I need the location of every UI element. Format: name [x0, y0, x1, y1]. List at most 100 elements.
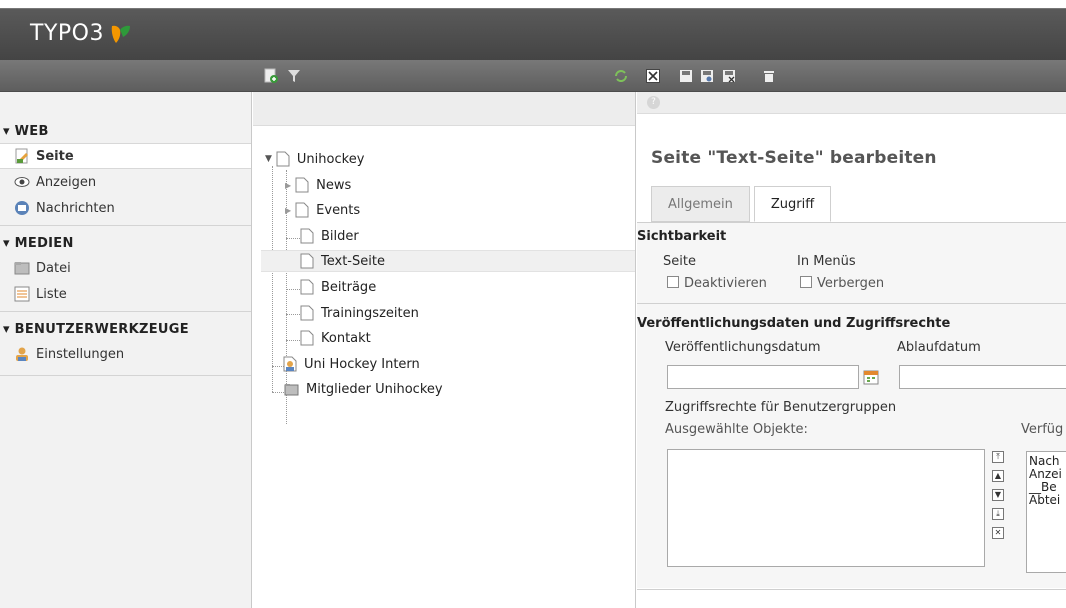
tree-node-bilder[interactable]: Bilder: [300, 225, 359, 247]
move-top-icon[interactable]: ⤒: [992, 451, 1004, 463]
page-icon: [300, 253, 314, 269]
module-group-title[interactable]: ▾ WEB: [0, 114, 251, 143]
tree-node-label: Events: [316, 202, 361, 218]
top-bar: TYPO3: [0, 8, 1066, 60]
module-item-label: Datei: [36, 260, 71, 276]
help-icon[interactable]: ?: [647, 96, 660, 109]
close-document-icon[interactable]: [644, 67, 662, 85]
label-ausgewaehlte-objekte: Ausgewählte Objekte:: [665, 422, 808, 437]
delete-icon[interactable]: [760, 67, 778, 85]
module-item-anzeigen[interactable]: Anzeigen: [0, 169, 251, 195]
tree-node-beitraege[interactable]: Beiträge: [300, 276, 376, 298]
checkbox-box[interactable]: [800, 276, 812, 288]
move-down-icon[interactable]: ▼: [992, 489, 1004, 501]
refresh-icon[interactable]: [612, 67, 630, 85]
tree-node-label: Trainingszeiten: [321, 305, 419, 321]
module-group-medien: ▾ MEDIEN Datei Liste: [0, 226, 251, 312]
module-menu: ▾ WEB Seite Anzeigen Nachrichten ▾ MEDIE…: [0, 92, 252, 608]
tab-panel-zugriff: Sichtbarkeit Seite In Menüs Deaktivieren…: [637, 222, 1066, 590]
module-item-liste[interactable]: Liste: [0, 281, 251, 307]
page-icon: [300, 305, 314, 321]
tree-filter-strip: [253, 92, 635, 126]
tree-node-text-seite[interactable]: Text-Seite: [261, 250, 635, 272]
section-divider: [637, 303, 1066, 304]
save-icon[interactable]: [677, 67, 695, 85]
save-close-icon[interactable]: [720, 67, 738, 85]
start-date-input[interactable]: [667, 365, 859, 389]
typo3-logo[interactable]: TYPO3: [30, 21, 132, 46]
logo-text: TYPO3: [30, 21, 104, 46]
editor-area: ? Seite "Text-Seite" bearbeiten Allgemei…: [637, 92, 1066, 608]
list-icon: [14, 286, 30, 302]
page-icon: [295, 202, 309, 218]
calendar-icon[interactable]: [863, 369, 879, 385]
module-group-title[interactable]: ▾ MEDIEN: [0, 226, 251, 255]
page-edit-icon: [14, 148, 30, 164]
user-settings-icon: [14, 346, 30, 362]
tree-node-label: Mitglieder Unihockey: [306, 381, 443, 397]
checkbox-deaktivieren[interactable]: Deaktivieren: [667, 276, 767, 291]
label-ablaufdatum: Ablaufdatum: [897, 340, 981, 355]
tree-node-mitglieder-unihockey[interactable]: Mitglieder Unihockey: [283, 378, 443, 400]
available-groups-list[interactable]: Nach Anzei __Be Abtei: [1026, 451, 1066, 573]
checkbox-label: Deaktivieren: [684, 276, 767, 291]
news-icon: [14, 200, 30, 216]
new-page-icon[interactable]: [262, 67, 280, 85]
tab-zugriff[interactable]: Zugriff: [753, 186, 832, 222]
page-icon: [300, 330, 314, 346]
filter-icon[interactable]: [285, 67, 303, 85]
save-view-icon[interactable]: [698, 67, 716, 85]
module-item-nachrichten[interactable]: Nachrichten: [0, 195, 251, 221]
collapse-icon[interactable]: ▼: [265, 154, 272, 164]
checkbox-box[interactable]: [667, 276, 679, 288]
page-icon: [300, 228, 314, 244]
label-in-menues: In Menüs: [797, 254, 856, 269]
tree-node-label: Text-Seite: [321, 253, 385, 269]
tree-node-label: News: [316, 177, 352, 193]
module-group-title[interactable]: ▾ BENUTZERWERKZEUGE: [0, 312, 251, 341]
move-bottom-icon[interactable]: ⤓: [992, 508, 1004, 520]
tree-node-label: Kontakt: [321, 330, 371, 346]
selected-groups-select[interactable]: [667, 449, 985, 567]
end-date-input[interactable]: [899, 365, 1066, 389]
panel-bottom-border: [637, 589, 1066, 590]
tab-allgemein[interactable]: Allgemein: [651, 186, 750, 222]
move-up-icon[interactable]: ▲: [992, 470, 1004, 482]
tree-node-label: Beiträge: [321, 279, 377, 295]
tree-node-events[interactable]: ▶ Events: [285, 199, 360, 221]
module-group-benutzerwerkzeuge: ▾ BENUTZERWERKZEUGE Einstellungen: [0, 312, 251, 376]
module-item-label: Anzeigen: [36, 174, 97, 190]
module-item-einstellungen[interactable]: Einstellungen: [0, 341, 251, 367]
label-zugriffsrechte: Zugriffsrechte für Benutzergruppen: [665, 400, 897, 415]
page-icon: [295, 177, 309, 193]
eye-icon: [14, 174, 30, 190]
tree-node-label: Unihockey: [296, 151, 365, 167]
module-group-web: ▾ WEB Seite Anzeigen Nachrichten: [0, 114, 251, 226]
tree-node-label: Uni Hockey Intern: [304, 356, 420, 372]
checkbox-verbergen[interactable]: Verbergen: [800, 276, 884, 291]
section-title-sichtbarkeit: Sichtbarkeit: [637, 229, 727, 244]
expand-icon[interactable]: ▶: [285, 206, 291, 215]
module-item-label: Liste: [36, 286, 67, 302]
label-verfuegbare-objekte: Verfüg: [1021, 422, 1064, 437]
label-seite: Seite: [663, 254, 696, 269]
folder-icon: [284, 384, 299, 396]
tree-node-kontakt[interactable]: Kontakt: [300, 327, 371, 349]
editor-tabs: Allgemein Zugriff: [651, 186, 835, 222]
tree-node-uni-hockey-intern[interactable]: Uni Hockey Intern: [283, 353, 420, 375]
section-title-veroeffentlichung: Veröffentlichungsdaten und Zugriffsrecht…: [637, 316, 951, 331]
module-item-label: Seite: [36, 148, 74, 164]
tree-node-unihockey[interactable]: ▼ Unihockey: [265, 148, 364, 170]
remove-item-icon[interactable]: ✕: [992, 527, 1004, 539]
tree-node-news[interactable]: ▶ News: [285, 174, 351, 196]
folder-icon: [14, 260, 30, 276]
label-veroeffentlichungsdatum: Veröffentlichungsdatum: [665, 340, 821, 355]
expand-icon[interactable]: ▶: [285, 181, 291, 190]
tree-node-label: Bilder: [321, 228, 359, 244]
module-item-datei[interactable]: Datei: [0, 255, 251, 281]
tree-node-trainingszeiten[interactable]: Trainingszeiten: [300, 302, 419, 324]
list-item[interactable]: Abtei: [1029, 494, 1066, 507]
main-toolbar: [0, 60, 1066, 92]
module-item-label: Nachrichten: [36, 200, 115, 216]
module-item-seite[interactable]: Seite: [0, 143, 251, 169]
